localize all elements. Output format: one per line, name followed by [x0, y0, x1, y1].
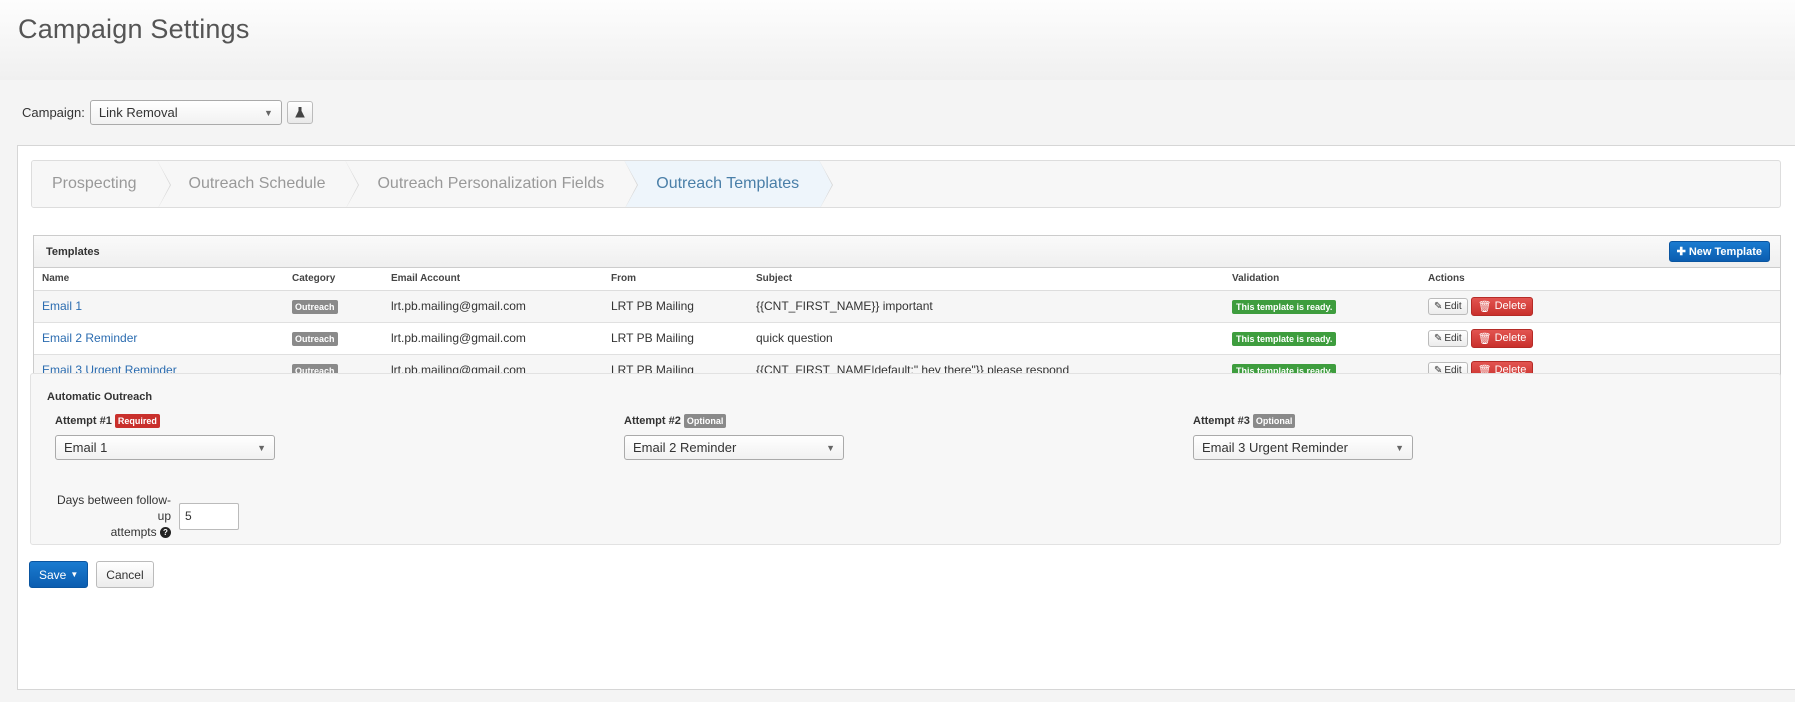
chevron-down-icon: ▼ — [826, 442, 835, 453]
trash-icon: 🗑 — [1477, 300, 1492, 313]
category-badge: Outreach — [292, 299, 338, 314]
main-panel: Prospecting Outreach Schedule Outreach P… — [17, 145, 1795, 690]
from-cell: LRT PB Mailing — [603, 290, 748, 323]
column-header[interactable]: Name — [34, 268, 284, 291]
attempt-2: Attempt #2 Optional Email 2 Reminder ▼ — [624, 414, 844, 460]
chevron-down-icon: ▼ — [263, 107, 273, 118]
wizard-step-personalization-fields[interactable]: Outreach Personalization Fields — [345, 161, 639, 207]
attempt-3-label-row: Attempt #3 Optional — [1193, 414, 1413, 428]
category-badge: Outreach — [292, 331, 338, 346]
edit-button[interactable]: ✎ Edit — [1428, 329, 1468, 347]
required-badge: Required — [114, 414, 160, 428]
column-header[interactable]: Subject — [748, 268, 1224, 291]
campaign-label: Campaign: — [22, 105, 85, 120]
templates-table: Name Category Email Account From Subject… — [34, 268, 1780, 387]
wizard-step-label: Outreach Schedule — [188, 175, 326, 192]
edit-button[interactable]: ✎ Edit — [1428, 297, 1468, 315]
question-circle-icon[interactable]: ? — [160, 527, 171, 539]
column-header: Actions — [1420, 268, 1780, 291]
save-label: Save — [39, 567, 67, 582]
column-header[interactable]: From — [603, 268, 748, 291]
delete-label: Delete — [1494, 332, 1527, 344]
save-button[interactable]: Save ▼ — [29, 561, 89, 588]
email-account-cell: lrt.pb.mailing@gmail.com — [383, 322, 603, 355]
cancel-label: Cancel — [106, 567, 144, 582]
attempt-2-select[interactable]: Email 2 Reminder ▼ — [624, 435, 844, 460]
email-account-cell: lrt.pb.mailing@gmail.com — [383, 290, 603, 323]
page-header: Campaign Settings — [0, 0, 1795, 80]
table-header-row: Name Category Email Account From Subject… — [34, 268, 1780, 291]
template-name-link[interactable]: Email 1 — [42, 299, 82, 313]
edit-label: Edit — [1444, 332, 1462, 344]
automatic-outreach-title: Automatic Outreach — [47, 391, 153, 403]
wizard-step-label: Outreach Personalization Fields — [377, 175, 605, 192]
pencil-icon: ✎ — [1434, 300, 1443, 312]
subject-cell: {{CNT_FIRST_NAME}} important — [748, 290, 1224, 323]
table-row: Email 1 Outreach lrt.pb.mailing@gmail.co… — [34, 290, 1780, 323]
wizard-steps: Prospecting Outreach Schedule Outreach P… — [31, 160, 1781, 208]
template-name-link[interactable]: Email 2 Reminder — [42, 331, 137, 345]
attempt-1: Attempt #1 Required Email 1 ▼ — [55, 414, 275, 460]
cancel-button[interactable]: Cancel — [96, 561, 154, 588]
automatic-outreach-panel: Automatic Outreach Attempt #1 Required E… — [30, 373, 1781, 545]
campaign-select-value: Link Removal — [98, 105, 178, 120]
delete-button[interactable]: 🗑 Delete — [1470, 328, 1534, 348]
optional-badge: Optional — [683, 414, 727, 428]
test-campaign-button[interactable] — [286, 101, 313, 124]
from-cell: LRT PB Mailing — [603, 322, 748, 355]
attempt-3: Attempt #3 Optional Email 3 Urgent Remin… — [1193, 414, 1413, 460]
column-header[interactable]: Validation — [1224, 268, 1420, 291]
attempt-2-select-value: Email 2 Reminder — [633, 440, 737, 455]
wizard-step-prospecting[interactable]: Prospecting — [32, 161, 170, 207]
subject-cell: quick question — [748, 322, 1224, 355]
attempt-3-select[interactable]: Email 3 Urgent Reminder ▼ — [1193, 435, 1413, 460]
wizard-step-outreach-templates[interactable]: Outreach Templates — [624, 161, 834, 207]
attempt-3-select-value: Email 3 Urgent Reminder — [1202, 440, 1348, 455]
optional-badge: Optional — [1252, 414, 1296, 428]
delete-label: Delete — [1494, 300, 1527, 312]
campaign-select[interactable]: Link Removal ▼ — [89, 100, 282, 125]
new-template-button[interactable]: ✚ New Template — [1668, 241, 1770, 262]
days-between-label: Days between follow-up attempts ? — [51, 492, 171, 540]
attempt-1-select-value: Email 1 — [64, 440, 108, 455]
row-actions: ✎ Edit 🗑 Delete — [1428, 296, 1772, 316]
templates-header: Templates ✚ New Template — [34, 236, 1780, 268]
pencil-icon: ✎ — [1434, 332, 1443, 344]
attempt-label: Attempt #2 — [624, 415, 681, 427]
days-label-line: attempts — [110, 525, 157, 539]
templates-title: Templates — [46, 245, 100, 258]
days-between-input[interactable] — [179, 502, 239, 530]
wizard-step-label: Outreach Templates — [656, 175, 800, 192]
edit-label: Edit — [1444, 300, 1462, 312]
chevron-down-icon: ▼ — [257, 442, 266, 453]
table-row: Email 2 Reminder Outreach lrt.pb.mailing… — [34, 322, 1780, 355]
days-between-row: Days between follow-up attempts ? — [51, 492, 239, 540]
validation-badge: This template is ready. — [1232, 331, 1337, 346]
templates-panel: Templates ✚ New Template Name Category E… — [33, 235, 1781, 388]
wizard-step-outreach-schedule[interactable]: Outreach Schedule — [156, 161, 360, 207]
column-header[interactable]: Email Account — [383, 268, 603, 291]
attempt-2-label-row: Attempt #2 Optional — [624, 414, 844, 428]
plus-icon: ✚ — [1676, 246, 1686, 258]
column-header[interactable]: Category — [284, 268, 383, 291]
page-title: Campaign Settings — [18, 14, 250, 44]
attempt-label: Attempt #3 — [1193, 415, 1250, 427]
attempt-1-label-row: Attempt #1 Required — [55, 414, 275, 428]
chevron-down-icon: ▼ — [1395, 442, 1404, 453]
delete-button[interactable]: 🗑 Delete — [1470, 296, 1534, 316]
new-template-label: New Template — [1688, 245, 1762, 258]
validation-badge: This template is ready. — [1232, 299, 1337, 314]
days-label-line: Days between follow-up — [56, 493, 171, 523]
wizard-step-label: Prospecting — [52, 175, 137, 192]
row-actions: ✎ Edit 🗑 Delete — [1428, 328, 1772, 348]
attempt-label: Attempt #1 — [55, 415, 112, 427]
caret-down-icon: ▼ — [70, 570, 79, 579]
attempt-1-select[interactable]: Email 1 ▼ — [55, 435, 275, 460]
flask-icon — [295, 107, 305, 118]
trash-icon: 🗑 — [1477, 332, 1492, 345]
campaign-selector-bar: Campaign: Link Removal ▼ — [22, 100, 313, 125]
form-actions: Save ▼ Cancel — [29, 561, 154, 588]
